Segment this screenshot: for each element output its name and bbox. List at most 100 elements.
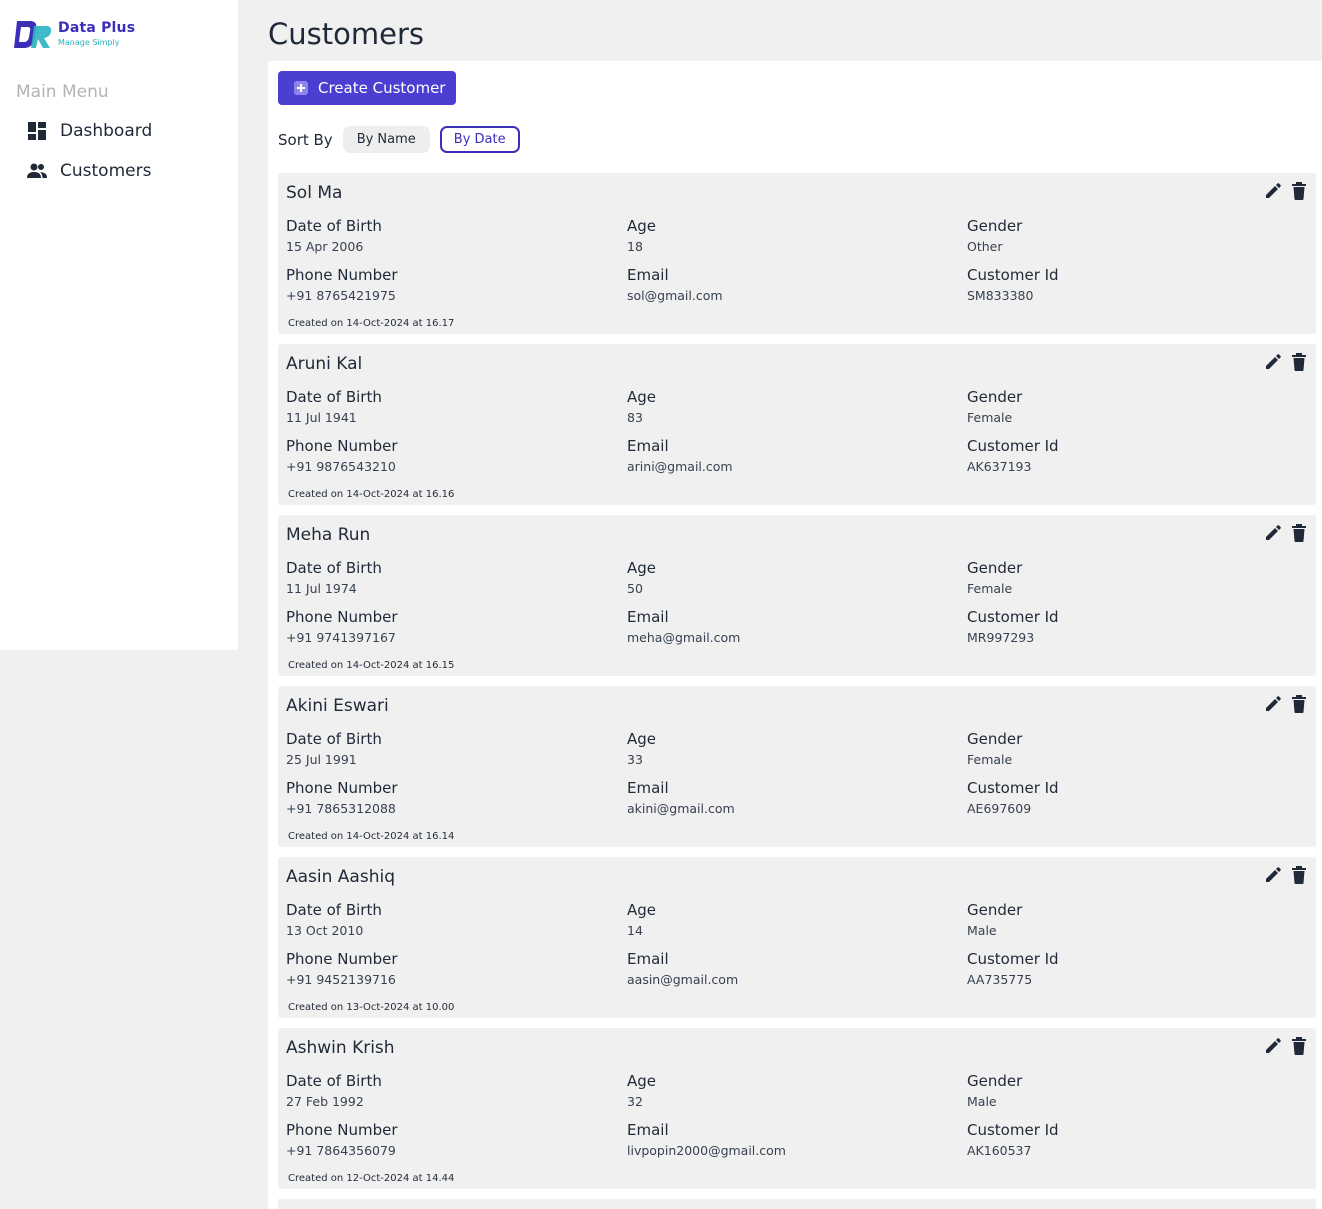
customer-card: Sol Ma Date of Birth 15 Apr 2006 Age 18 … <box>278 173 1316 334</box>
email-label: Email <box>627 1121 669 1139</box>
app-subtitle: Manage Simply <box>58 38 120 47</box>
customer-name: Ashwin Krish <box>286 1038 395 1058</box>
phone-label: Phone Number <box>286 608 398 626</box>
edit-icon[interactable] <box>1264 866 1282 884</box>
email-label: Email <box>627 950 669 968</box>
email-value: sol@gmail.com <box>627 288 723 303</box>
email-value: meha@gmail.com <box>627 630 741 645</box>
customer-card: Aruni Kal Date of Birth 11 Jul 1941 Age … <box>278 344 1316 505</box>
created-timestamp: Created on 12-Oct-2024 at 14.44 <box>288 1173 455 1184</box>
delete-icon[interactable] <box>1291 1037 1307 1055</box>
delete-icon[interactable] <box>1291 866 1307 884</box>
customer-id-value: AE697609 <box>967 801 1032 816</box>
sort-by-date-button[interactable]: By Date <box>439 126 520 153</box>
email-label: Email <box>627 266 669 284</box>
delete-icon[interactable] <box>1291 524 1307 542</box>
age-label: Age <box>627 388 657 406</box>
customer-id-label: Customer Id <box>967 266 1059 284</box>
main-content: Customers Create Customer Sort By By Nam… <box>268 0 1322 1209</box>
sort-controls: Sort By By Name By Date <box>278 126 530 153</box>
gender-label: Gender <box>967 388 1023 406</box>
created-timestamp: Created on 14-Oct-2024 at 16.14 <box>288 831 455 842</box>
customer-card: Ashwin Krish Date of Birth 27 Feb 1992 A… <box>278 1028 1316 1189</box>
phone-value: +91 7864356079 <box>286 1143 396 1158</box>
email-label: Email <box>627 608 669 626</box>
customer-card: Akini Eswari Date of Birth 25 Jul 1991 A… <box>278 686 1316 847</box>
age-label: Age <box>627 217 657 235</box>
age-value: 33 <box>627 752 643 767</box>
dob-label: Date of Birth <box>286 1072 382 1090</box>
create-customer-label: Create Customer <box>318 79 446 97</box>
gender-value: Male <box>967 1094 997 1109</box>
dob-value: 13 Oct 2010 <box>286 923 364 938</box>
dashboard-icon <box>26 120 48 142</box>
sidebar-item-dashboard[interactable]: Dashboard <box>26 120 152 142</box>
age-value: 83 <box>627 410 643 425</box>
gender-label: Gender <box>967 559 1023 577</box>
customer-id-value: AK160537 <box>967 1143 1032 1158</box>
email-value: livpopin2000@gmail.com <box>627 1143 786 1158</box>
edit-icon[interactable] <box>1264 524 1282 542</box>
edit-icon[interactable] <box>1264 353 1282 371</box>
edit-icon[interactable] <box>1264 182 1282 200</box>
dob-value: 11 Jul 1974 <box>286 581 357 596</box>
age-value: 32 <box>627 1094 643 1109</box>
customer-id-value: AA735775 <box>967 972 1033 987</box>
customer-id-value: MR997293 <box>967 630 1035 645</box>
email-label: Email <box>627 779 669 797</box>
delete-icon[interactable] <box>1291 695 1307 713</box>
app-title: Data Plus <box>58 20 136 36</box>
main-menu-title: Main Menu <box>16 82 109 102</box>
customer-card: Meha Run Date of Birth 11 Jul 1974 Age 5… <box>278 515 1316 676</box>
sidebar-item-label: Dashboard <box>60 121 153 141</box>
customer-card-partial <box>278 1199 1316 1209</box>
email-value: aasin@gmail.com <box>627 972 739 987</box>
dob-label: Date of Birth <box>286 559 382 577</box>
age-value: 18 <box>627 239 643 254</box>
gender-label: Gender <box>967 901 1023 919</box>
phone-value: +91 9452139716 <box>286 972 396 987</box>
customer-id-label: Customer Id <box>967 779 1059 797</box>
dob-label: Date of Birth <box>286 730 382 748</box>
dob-label: Date of Birth <box>286 388 382 406</box>
phone-label: Phone Number <box>286 779 398 797</box>
page-title: Customers <box>268 17 424 51</box>
created-timestamp: Created on 14-Oct-2024 at 16.17 <box>288 318 455 329</box>
customer-card: Aasin Aashiq Date of Birth 13 Oct 2010 A… <box>278 857 1316 1018</box>
edit-icon[interactable] <box>1264 695 1282 713</box>
customer-id-value: AK637193 <box>967 459 1032 474</box>
sort-by-name-button[interactable]: By Name <box>342 126 430 153</box>
gender-value: Female <box>967 581 1013 596</box>
dob-value: 15 Apr 2006 <box>286 239 364 254</box>
create-customer-button[interactable]: Create Customer <box>278 71 456 105</box>
customer-id-value: SM833380 <box>967 288 1034 303</box>
dob-value: 25 Jul 1991 <box>286 752 357 767</box>
phone-value: +91 7865312088 <box>286 801 396 816</box>
age-label: Age <box>627 730 657 748</box>
app-logo[interactable]: Data Plus Manage Simply <box>14 18 135 52</box>
phone-label: Phone Number <box>286 1121 398 1139</box>
phone-label: Phone Number <box>286 266 398 284</box>
sidebar-item-label: Customers <box>60 161 152 181</box>
customer-name: Aasin Aashiq <box>286 867 395 887</box>
sidebar-item-customers[interactable]: Customers <box>26 160 151 182</box>
phone-value: +91 9876543210 <box>286 459 396 474</box>
sidebar: Data Plus Manage Simply Main Menu Dashbo… <box>0 0 238 650</box>
edit-icon[interactable] <box>1264 1037 1282 1055</box>
gender-label: Gender <box>967 217 1023 235</box>
gender-value: Male <box>967 923 997 938</box>
customers-panel: Create Customer Sort By By Name By Date … <box>268 61 1322 1209</box>
delete-icon[interactable] <box>1291 353 1307 371</box>
age-label: Age <box>627 1072 657 1090</box>
email-value: akini@gmail.com <box>627 801 735 816</box>
customer-name: Aruni Kal <box>286 354 363 374</box>
gender-value: Female <box>967 752 1013 767</box>
phone-label: Phone Number <box>286 437 398 455</box>
age-value: 50 <box>627 581 643 596</box>
gender-value: Other <box>967 239 1003 254</box>
delete-icon[interactable] <box>1291 182 1307 200</box>
customer-name: Akini Eswari <box>286 696 389 716</box>
customer-id-label: Customer Id <box>967 950 1059 968</box>
customer-name: Sol Ma <box>286 183 343 203</box>
customer-id-label: Customer Id <box>967 437 1059 455</box>
